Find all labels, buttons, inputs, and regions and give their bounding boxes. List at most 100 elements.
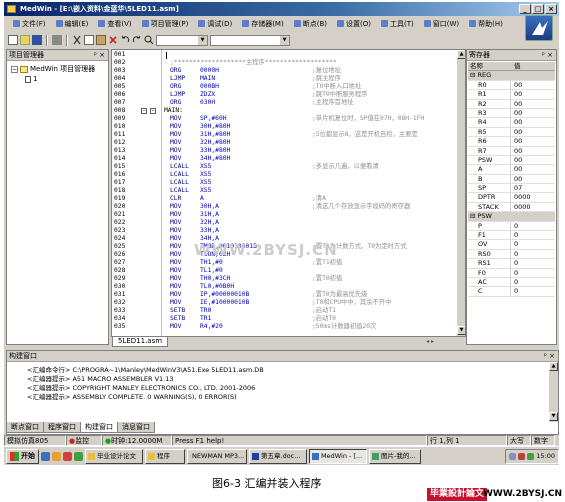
- delete-icon[interactable]: [108, 35, 118, 45]
- close-button[interactable]: ×: [545, 4, 557, 14]
- register-value[interactable]: 07: [511, 184, 522, 192]
- start-button[interactable]: 开始: [6, 448, 39, 464]
- redo-icon[interactable]: [132, 35, 142, 45]
- code-line[interactable]: 034 SETB TR1 ;启动T0: [112, 315, 465, 323]
- register-group-row[interactable]: ⊟ PSW: [468, 212, 555, 222]
- find-combo[interactable]: ▼: [156, 34, 208, 46]
- save-icon[interactable]: [32, 35, 42, 45]
- open-folder-icon[interactable]: [20, 35, 30, 45]
- code-line[interactable]: 014 MOV 34H,#80H: [112, 155, 465, 163]
- menu-breakpoint[interactable]: 断点(B): [289, 17, 332, 31]
- fold-toggle-icon[interactable]: −: [141, 108, 147, 114]
- code-line[interactable]: 017 LCALL XS5: [112, 179, 465, 187]
- register-value[interactable]: 00: [511, 128, 522, 136]
- task-program[interactable]: 程序: [145, 448, 185, 464]
- register-value[interactable]: 0: [511, 278, 518, 286]
- task-mp3[interactable]: NEWMAN MP3...: [187, 448, 247, 464]
- menu-project[interactable]: 项目管理(P): [137, 17, 194, 31]
- code-line[interactable]: 015 LCALL XS5 ;多显示几遍，以便看清: [112, 163, 465, 171]
- code-line[interactable]: 008 − − MAIN:: [112, 107, 465, 115]
- task-image[interactable]: 图片-我的...: [369, 448, 421, 464]
- register-row[interactable]: F0 0: [468, 268, 555, 278]
- tab-build[interactable]: 构建窗口: [80, 422, 118, 433]
- code-line[interactable]: 002 ;*******************主程序**************…: [112, 59, 465, 67]
- code-line[interactable]: 033 SETB TR0 ;启动T1: [112, 307, 465, 315]
- register-value[interactable]: 00: [511, 147, 522, 155]
- register-row[interactable]: R7 00: [468, 146, 555, 156]
- register-row[interactable]: R2 00: [468, 99, 555, 109]
- app-quicklaunch-icon[interactable]: [74, 451, 83, 461]
- tab-nav-icon[interactable]: ◂ ▸: [426, 338, 434, 345]
- minimize-button[interactable]: _: [519, 4, 531, 14]
- code-line[interactable]: 006 LJMP ZDZX ;跳T0中断服务程序: [112, 91, 465, 99]
- code-line[interactable]: 020 MOV 30H,A ;清这几个存放显示字段码的寄存器: [112, 203, 465, 211]
- code-line[interactable]: 003 ORG 0000H ;复位地址: [112, 67, 465, 75]
- copy-icon[interactable]: [84, 35, 94, 45]
- target-combo[interactable]: ▼: [210, 34, 290, 46]
- panel-close-icon[interactable]: ᵖ ×: [544, 351, 555, 362]
- tab-messages[interactable]: 消息窗口: [117, 422, 155, 433]
- register-row[interactable]: R5 00: [468, 127, 555, 138]
- undo-icon[interactable]: [120, 35, 130, 45]
- code-line[interactable]: 032 MOV IE,#10000010B ;T0和CPU中中，其余不开中: [112, 299, 465, 307]
- collapse-icon[interactable]: ⊟: [470, 71, 478, 79]
- code-line[interactable]: 001: [112, 51, 465, 59]
- menu-window[interactable]: 窗口(W): [419, 17, 464, 31]
- code-editor[interactable]: 001 002 ;*******************主程序***********…: [111, 49, 466, 337]
- print-icon[interactable]: [52, 35, 62, 45]
- tray-icon[interactable]: [527, 452, 535, 460]
- tray-icon[interactable]: [509, 452, 517, 460]
- code-line[interactable]: 031 MOV IP,#00000010B ;置T0为最高优先级: [112, 291, 465, 299]
- register-row[interactable]: STACK 0000: [468, 202, 555, 213]
- register-row[interactable]: SP 07: [468, 184, 555, 194]
- register-row[interactable]: P0: [468, 221, 555, 232]
- register-value[interactable]: 00: [511, 165, 522, 173]
- build-vscrollbar[interactable]: ▲ ▼: [548, 362, 558, 422]
- scroll-up-icon[interactable]: ▲: [549, 362, 558, 371]
- code-line[interactable]: 007 ORG 030H ;主程序首地址: [112, 99, 465, 107]
- browser-icon[interactable]: [41, 451, 50, 461]
- code-line[interactable]: 030 MOV TL0,#0B0H: [112, 283, 465, 291]
- register-row[interactable]: DPTR 0000: [468, 193, 555, 203]
- code-line[interactable]: 021 MOV 31H,A: [112, 211, 465, 219]
- menu-debug[interactable]: 调试(D): [193, 17, 237, 31]
- register-value[interactable]: 0: [511, 240, 518, 248]
- register-row[interactable]: PSW 00: [468, 155, 555, 166]
- panel-close-icon[interactable]: ᵖ ×: [542, 50, 553, 61]
- fold-toggle-icon[interactable]: −: [150, 108, 156, 114]
- new-file-icon[interactable]: [8, 35, 18, 45]
- menu-help[interactable]: 帮助(H): [464, 17, 508, 31]
- register-row[interactable]: F1 0: [468, 231, 555, 241]
- code-line[interactable]: 028 MOV TL1,#0: [112, 267, 465, 275]
- scroll-up-icon[interactable]: ▲: [457, 50, 465, 59]
- register-row[interactable]: RS0 0: [468, 249, 555, 260]
- register-row[interactable]: RS1 0: [468, 259, 555, 269]
- register-value[interactable]: 00: [511, 109, 522, 117]
- code-line[interactable]: 005 ORG 000BH ;T0中断入口地址: [112, 83, 465, 91]
- register-row[interactable]: A 00: [468, 165, 555, 175]
- register-row[interactable]: R6 00: [468, 137, 555, 147]
- register-value[interactable]: 0000: [511, 203, 531, 211]
- menu-tools[interactable]: 工具(T): [376, 17, 419, 31]
- collapse-icon[interactable]: −: [11, 65, 18, 73]
- register-value[interactable]: 00: [511, 90, 522, 98]
- tree-root[interactable]: − MedWin 项目管理器: [11, 64, 95, 74]
- task-thesis[interactable]: 毕业设计论文: [85, 448, 143, 464]
- code-line[interactable]: 035 MOV R4,#20 ;50ms计数器初值20次: [112, 323, 465, 331]
- register-value[interactable]: 00: [511, 81, 522, 89]
- menu-edit[interactable]: 编辑(E): [51, 17, 94, 31]
- register-value[interactable]: 0: [511, 259, 518, 267]
- code-line[interactable]: 022 MOV 32H,A: [112, 219, 465, 227]
- register-row[interactable]: B 00: [468, 174, 555, 185]
- chevron-down-icon[interactable]: ▼: [280, 35, 289, 45]
- register-value[interactable]: 00: [511, 137, 522, 145]
- register-value[interactable]: 0: [511, 269, 518, 277]
- register-value[interactable]: 0: [511, 250, 518, 258]
- tray-icon[interactable]: [518, 452, 526, 460]
- code-line[interactable]: 012 MOV 32H,#80H: [112, 139, 465, 147]
- paste-icon[interactable]: [96, 35, 106, 45]
- code-line[interactable]: 016 LCALL XS5: [112, 171, 465, 179]
- code-line[interactable]: 027 MOV TH1,#0 ;置T1初值: [112, 259, 465, 267]
- register-value[interactable]: 00: [511, 100, 522, 108]
- cut-icon[interactable]: [72, 35, 82, 45]
